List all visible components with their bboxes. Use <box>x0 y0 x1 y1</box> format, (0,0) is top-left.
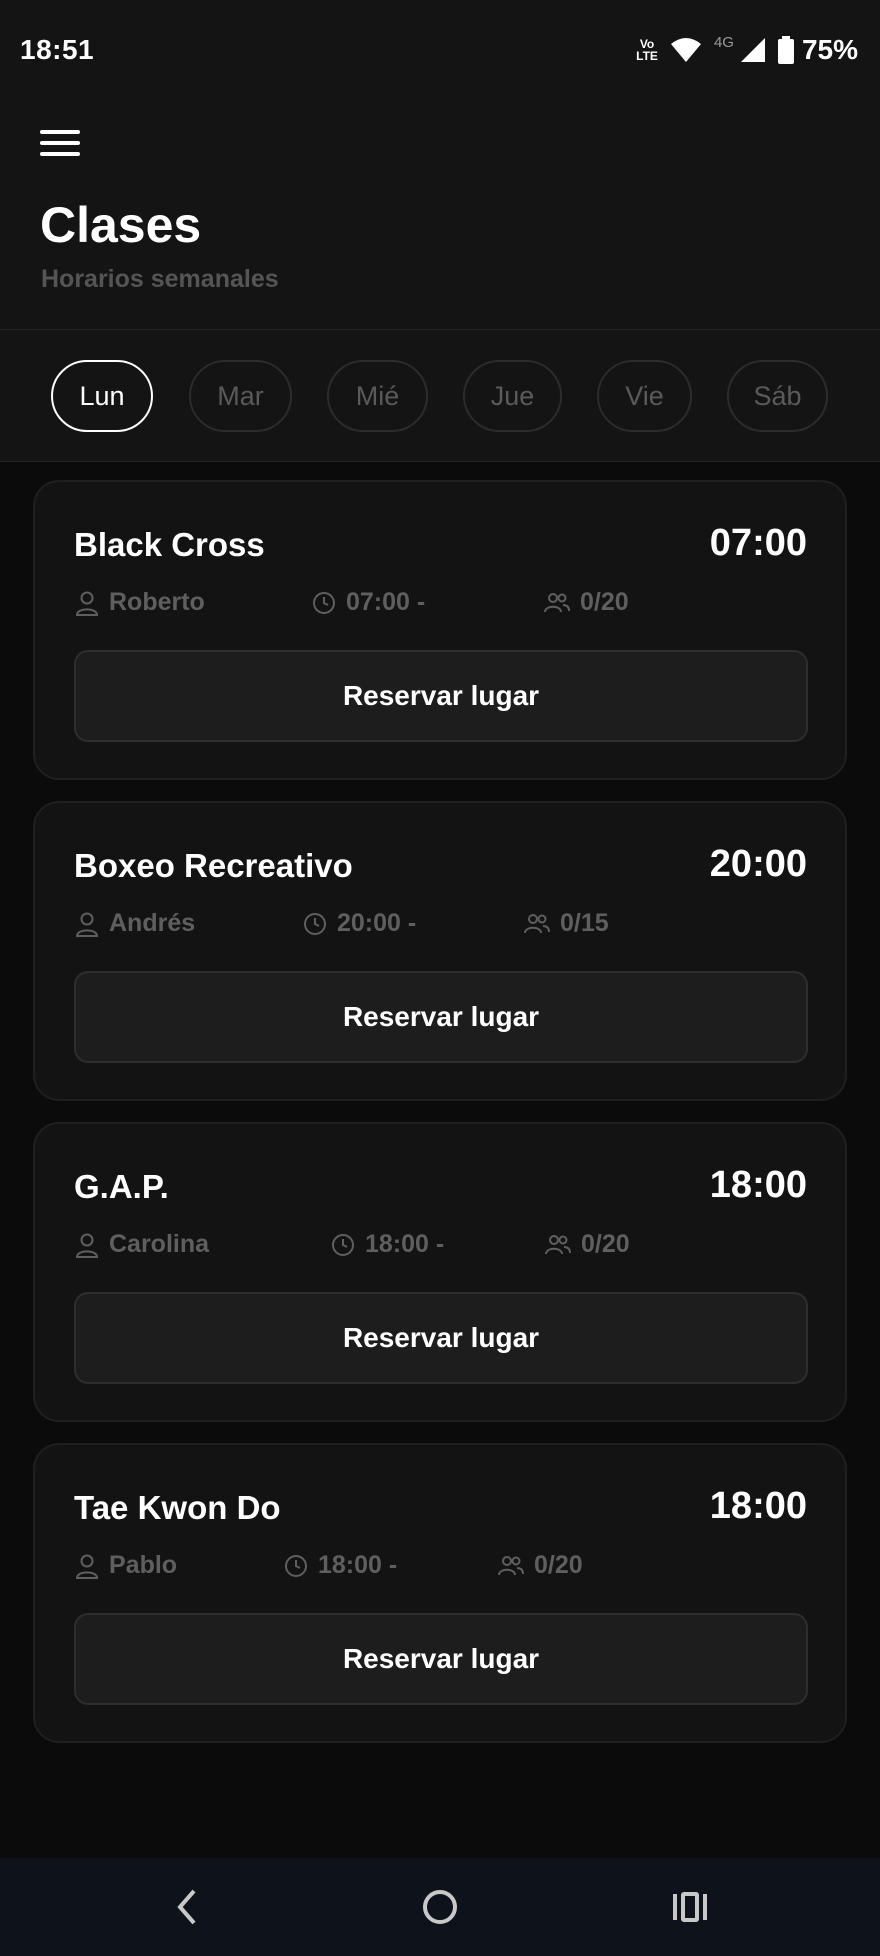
clock-icon <box>285 1554 307 1577</box>
back-chevron-icon[interactable] <box>137 1858 237 1956</box>
menu-line <box>40 141 80 145</box>
instructor-name: Roberto <box>109 588 205 616</box>
class-name: Black Cross <box>74 526 265 563</box>
reserve-button[interactable]: Reservar lugar <box>74 1613 808 1705</box>
day-tab-mie[interactable]: Mié <box>327 360 428 432</box>
capacity-text: 0/20 <box>581 1230 630 1258</box>
recents-icon[interactable] <box>640 1858 740 1956</box>
status-time: 18:51 <box>20 34 95 65</box>
capacity-text: 0/20 <box>580 588 629 616</box>
schedule-info: 18:00 - <box>284 1551 397 1580</box>
capacity-text: 0/15 <box>560 909 609 937</box>
page-subtitle: Horarios semanales <box>41 265 279 293</box>
group-icon <box>498 1555 524 1575</box>
class-time: 07:00 <box>709 522 807 564</box>
capacity-info: 0/20 <box>544 588 629 617</box>
home-circle-icon[interactable] <box>390 1858 490 1956</box>
schedule-info: 07:00 - <box>312 588 425 617</box>
schedule-text: 20:00 - <box>337 909 417 937</box>
group-icon <box>545 1234 571 1254</box>
status-bar: 18:51 Vo LTE 4G 75% <box>0 0 880 100</box>
class-name: Boxeo Recreativo <box>74 847 353 884</box>
hamburger-menu-icon[interactable] <box>40 116 94 170</box>
reserve-button[interactable]: Reservar lugar <box>74 1292 808 1384</box>
class-card: Tae Kwon Do 18:00 Pablo 18:00 - 0/20 Res… <box>33 1443 847 1743</box>
schedule-info: 18:00 - <box>331 1230 444 1259</box>
network-type-label: 4G <box>713 34 734 51</box>
instructor-info: Carolina <box>75 1230 209 1259</box>
cell-signal-icon <box>740 38 765 62</box>
system-nav-bar <box>0 1858 880 1956</box>
class-name: Tae Kwon Do <box>74 1489 281 1526</box>
status-icons: Vo LTE 4G 75% <box>636 32 858 68</box>
volte-icon: Vo LTE <box>636 38 658 62</box>
day-tab-mar[interactable]: Mar <box>189 360 292 432</box>
class-card: G.A.P. 18:00 Carolina 18:00 - 0/20 Reser… <box>33 1122 847 1422</box>
day-tab-lun[interactable]: Lun <box>51 360 153 432</box>
reserve-button[interactable]: Reservar lugar <box>74 971 808 1063</box>
page-title: Clases <box>40 197 202 253</box>
clock-icon <box>304 912 326 935</box>
wifi-icon <box>670 38 701 62</box>
battery-percent: 75% <box>801 34 858 65</box>
instructor-name: Carolina <box>109 1230 210 1258</box>
capacity-info: 0/15 <box>524 909 609 938</box>
day-tab-sab[interactable]: Sáb <box>727 360 828 432</box>
day-tab-vie[interactable]: Vie <box>597 360 692 432</box>
class-time: 20:00 <box>709 843 807 885</box>
schedule-text: 18:00 - <box>365 1230 445 1258</box>
capacity-text: 0/20 <box>534 1551 583 1579</box>
schedule-text: 07:00 - <box>346 588 426 616</box>
schedule-text: 18:00 - <box>318 1551 398 1579</box>
instructor-info: Andrés <box>75 909 195 938</box>
volte-label-bottom: LTE <box>636 49 658 63</box>
instructor-info: Pablo <box>75 1551 177 1580</box>
person-icon <box>75 1233 99 1258</box>
battery-icon <box>777 36 794 64</box>
group-icon <box>524 913 550 933</box>
reserve-button[interactable]: Reservar lugar <box>74 650 808 742</box>
clock-icon <box>313 591 335 614</box>
day-selector: Lun Mar Mié Jue Vie Sáb <box>0 330 880 462</box>
person-icon <box>75 591 99 616</box>
instructor-name: Pablo <box>109 1551 178 1579</box>
menu-line <box>40 152 80 156</box>
day-tab-jue[interactable]: Jue <box>463 360 562 432</box>
capacity-info: 0/20 <box>545 1230 630 1259</box>
schedule-info: 20:00 - <box>303 909 416 938</box>
class-name: G.A.P. <box>74 1168 169 1205</box>
header: Clases Horarios semanales <box>0 100 880 330</box>
person-icon <box>75 912 99 937</box>
class-time: 18:00 <box>709 1485 807 1527</box>
menu-line <box>40 130 80 134</box>
person-icon <box>75 1554 99 1579</box>
class-card: Black Cross 07:00 Roberto 07:00 - 0/20 R… <box>33 480 847 780</box>
instructor-name: Andrés <box>109 909 196 937</box>
class-time: 18:00 <box>709 1164 807 1206</box>
clock-icon <box>332 1233 354 1256</box>
instructor-info: Roberto <box>75 588 205 617</box>
group-icon <box>544 592 570 612</box>
capacity-info: 0/20 <box>498 1551 583 1580</box>
class-card: Boxeo Recreativo 20:00 Andrés 20:00 - 0/… <box>33 801 847 1101</box>
